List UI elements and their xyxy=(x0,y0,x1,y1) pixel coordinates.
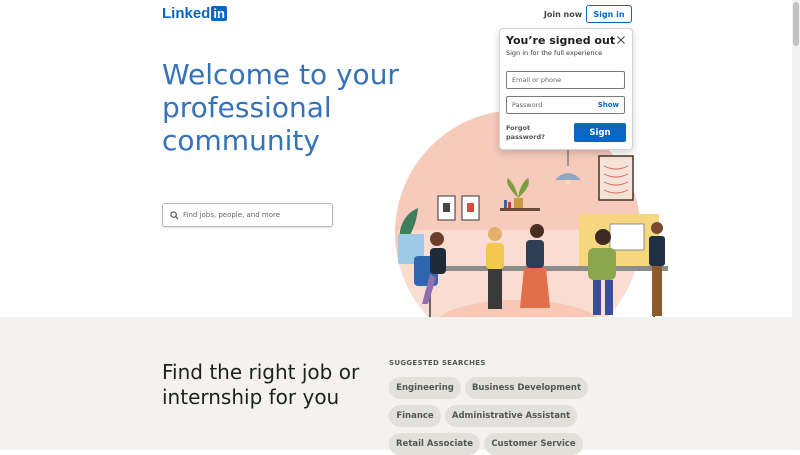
pill-finance[interactable]: Finance xyxy=(389,405,441,427)
jobs-title: Find the right job or internship for you xyxy=(162,360,360,409)
popup-subtitle: Sign in for the full experience xyxy=(506,49,603,57)
email-placeholder: Email or phone xyxy=(512,76,562,84)
join-now-link[interactable]: Join now xyxy=(540,6,586,22)
sign-in-button[interactable]: Sign in xyxy=(586,5,632,23)
pill-administrative-assistant[interactable]: Administrative Assistant xyxy=(445,405,577,427)
pill-retail-associate[interactable]: Retail Associate xyxy=(389,433,480,455)
logo-text: Linked xyxy=(162,5,211,22)
search-placeholder: Find jobs, people, and more xyxy=(183,211,281,219)
close-icon[interactable] xyxy=(616,35,626,45)
forgot-password-link[interactable]: Forgot password? xyxy=(506,124,556,142)
page-scrollbar[interactable] xyxy=(792,0,800,450)
suggested-searches-label: SUGGESTED SEARCHES xyxy=(389,359,486,367)
password-field[interactable]: Password Show xyxy=(506,96,625,114)
search-input[interactable]: Find jobs, people, and more xyxy=(162,203,333,227)
signed-out-popup: You’re signed out Sign in for the full e… xyxy=(499,28,633,150)
pill-business-development[interactable]: Business Development xyxy=(465,377,588,399)
scrollbar-thumb[interactable] xyxy=(793,2,799,46)
linkedin-logo[interactable]: Linked in xyxy=(162,5,227,22)
popup-title: You’re signed out xyxy=(506,34,616,47)
pill-customer-service[interactable]: Customer Service xyxy=(484,433,583,455)
password-placeholder: Password xyxy=(512,101,543,109)
logo-badge: in xyxy=(211,6,227,21)
popup-sign-in-button[interactable]: Sign xyxy=(574,123,626,142)
show-password-button[interactable]: Show xyxy=(598,101,619,109)
pill-engineering[interactable]: Engineering xyxy=(389,377,461,399)
email-field[interactable]: Email or phone xyxy=(506,71,625,89)
search-icon xyxy=(170,210,179,220)
